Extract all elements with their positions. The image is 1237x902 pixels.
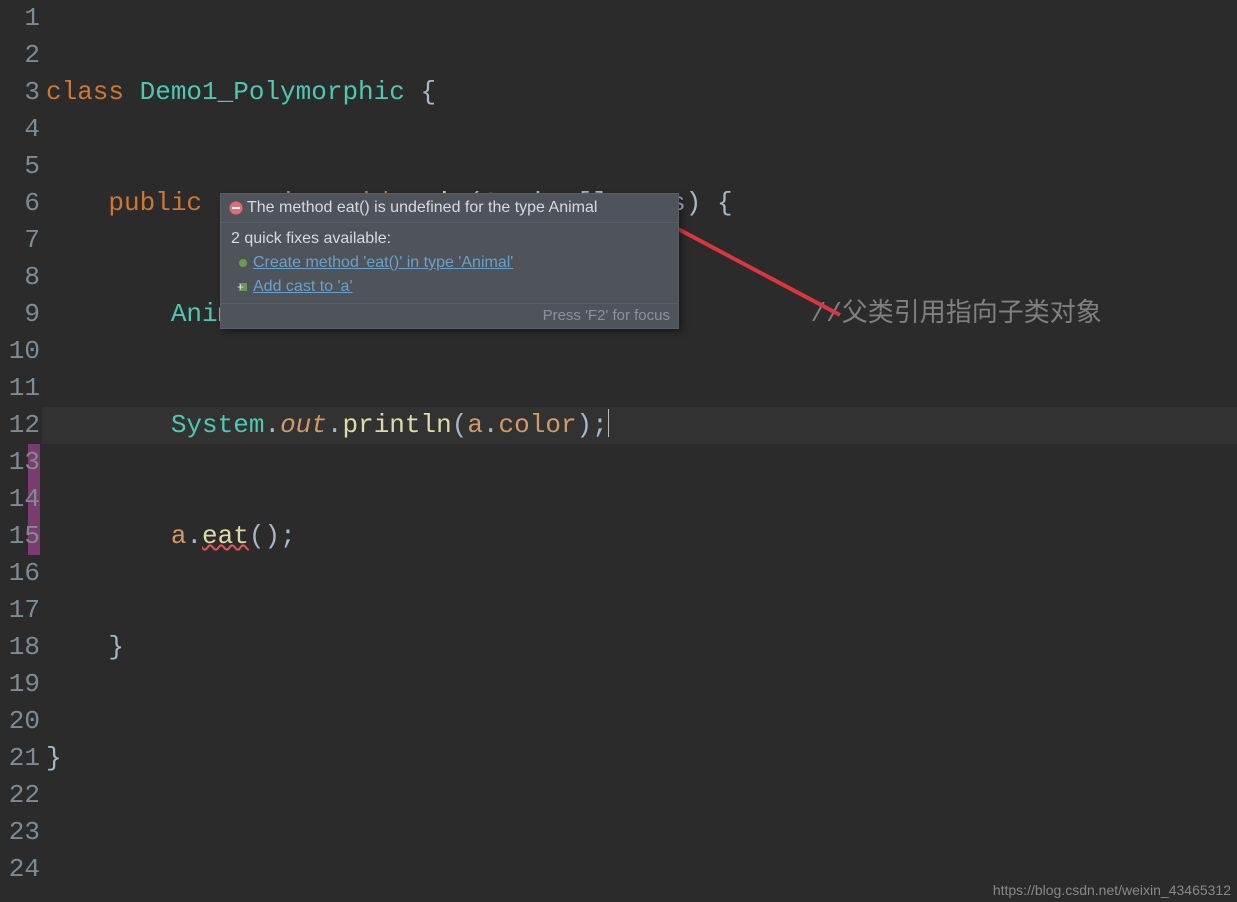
error-squiggle[interactable]: eat: [202, 521, 249, 551]
line-number: 18: [0, 629, 40, 666]
watermark: https://blog.csdn.net/weixin_43465312: [993, 882, 1231, 898]
line-number: 1: [0, 0, 40, 37]
line-number: 17: [0, 592, 40, 629]
lightbulb-icon: [239, 259, 247, 267]
line-number: 19: [0, 666, 40, 703]
line-number: 20: [0, 703, 40, 740]
line-number: 23: [0, 814, 40, 851]
quickfix-item[interactable]: Create method 'eat()' in type 'Animal': [239, 253, 668, 273]
line-number: 5: [0, 148, 40, 185]
error-icon: [229, 201, 243, 215]
tooltip-hint: Press 'F2' for focus: [221, 303, 678, 328]
line-number: 10: [0, 333, 40, 370]
quickfix-link[interactable]: Create method 'eat()' in type 'Animal': [253, 253, 513, 273]
line-number: 12: [0, 407, 40, 444]
line-number: 2: [0, 37, 40, 74]
line-number: 9: [0, 296, 40, 333]
tooltip-fixes-label: 2 quick fixes available:: [231, 229, 668, 249]
line-number: 24: [0, 851, 40, 888]
code-line[interactable]: class Demo1_Polymorphic {: [42, 74, 1237, 111]
error-tooltip[interactable]: The method eat() is undefined for the ty…: [220, 193, 679, 329]
line-number: 13: [0, 444, 40, 481]
line-number: 4: [0, 111, 40, 148]
code-editor[interactable]: 1 2 3 4 5 6 7 8 9 10 11 12 13 14 15 16 1…: [0, 0, 1237, 902]
code-line[interactable]: }: [42, 740, 1237, 777]
quickfix-link[interactable]: Add cast to 'a': [253, 277, 353, 297]
quickfix-item[interactable]: Add cast to 'a': [239, 277, 668, 297]
tooltip-header: The method eat() is undefined for the ty…: [221, 194, 678, 223]
text-cursor: [608, 409, 609, 437]
line-number: 8: [0, 259, 40, 296]
line-number: 11: [0, 370, 40, 407]
code-area[interactable]: class Demo1_Polymorphic { public static …: [42, 0, 1237, 902]
line-number: 14: [0, 481, 40, 518]
line-number: 16: [0, 555, 40, 592]
line-number: 7: [0, 222, 40, 259]
line-number: 6: [0, 185, 40, 222]
line-number: 3: [0, 74, 40, 111]
line-number: 21: [0, 740, 40, 777]
code-line[interactable]: }: [42, 629, 1237, 666]
cast-icon: [239, 283, 247, 291]
line-number-gutter: 1 2 3 4 5 6 7 8 9 10 11 12 13 14 15 16 1…: [0, 0, 42, 902]
code-line-current[interactable]: System.out.println(a.color);: [42, 407, 1237, 444]
line-number: 15: [0, 518, 40, 555]
tooltip-error-text: The method eat() is undefined for the ty…: [247, 198, 597, 218]
line-number: 22: [0, 777, 40, 814]
code-line[interactable]: a.eat();: [42, 518, 1237, 555]
